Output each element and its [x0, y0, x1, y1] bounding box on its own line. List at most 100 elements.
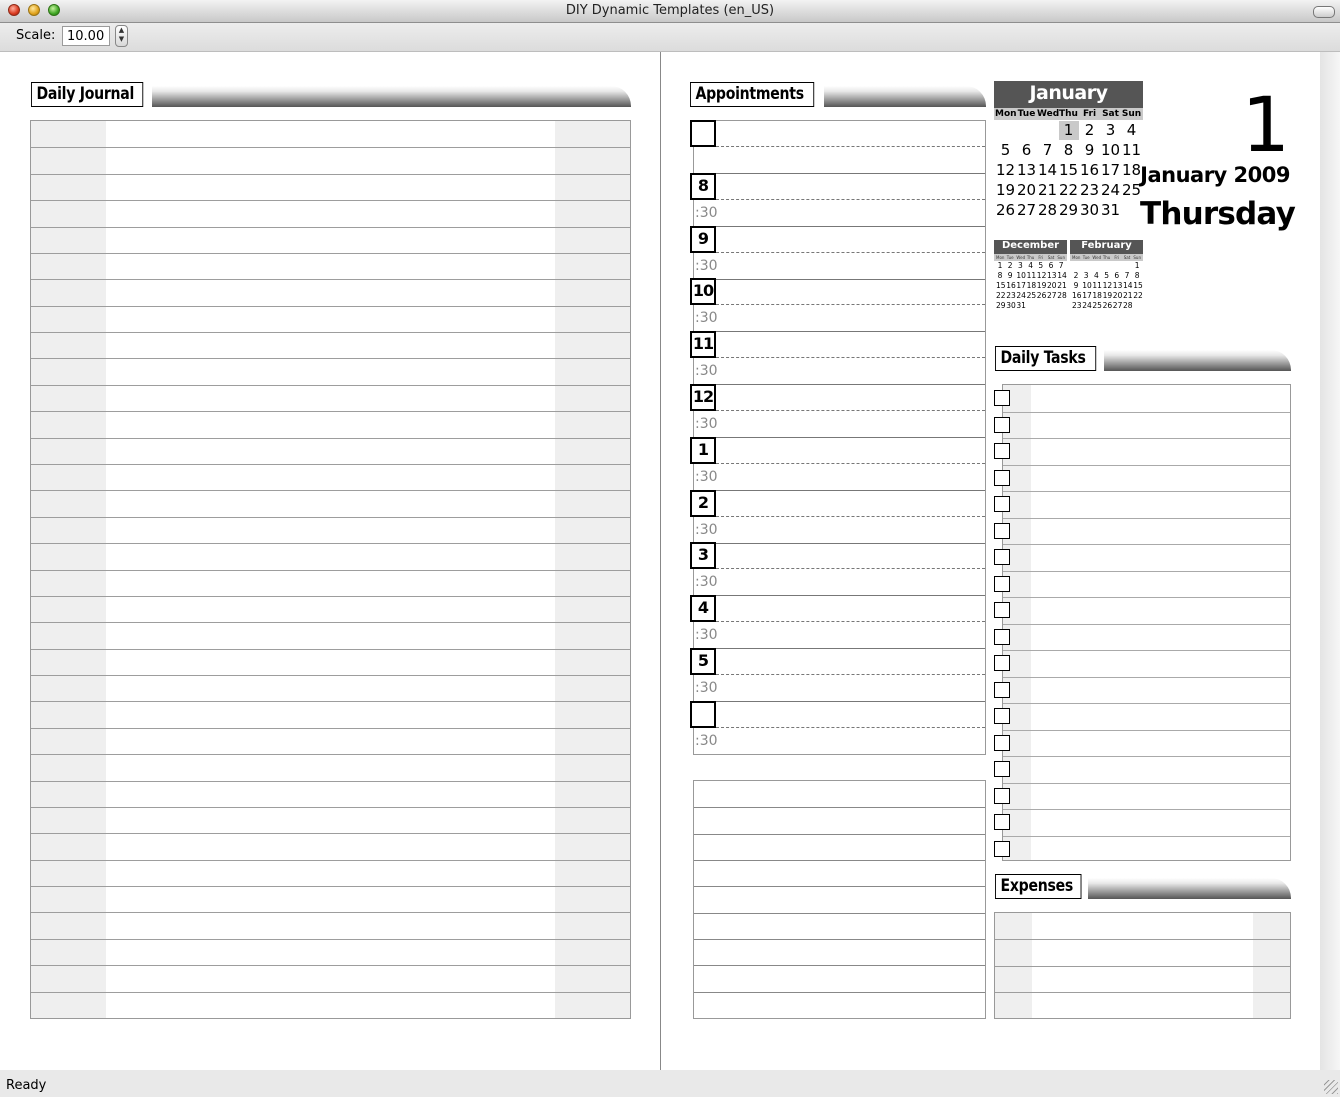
scale-input[interactable]	[62, 26, 110, 46]
calendar-day[interactable]: 13	[1016, 161, 1037, 179]
mini-calendar-day[interactable]: 18	[1092, 291, 1102, 300]
task-checkbox[interactable]	[994, 470, 1010, 486]
mini-calendar-day[interactable]: 16	[1072, 291, 1082, 300]
mini-calendar-day[interactable]: 7	[1123, 271, 1131, 280]
task-checkbox[interactable]	[994, 735, 1010, 751]
resize-grip[interactable]	[1324, 1080, 1338, 1094]
mini-calendar-day[interactable]: 12	[1037, 271, 1047, 280]
hour-box[interactable]: 1	[690, 437, 716, 464]
mini-calendar-day[interactable]: 9	[1072, 281, 1080, 290]
mini-calendar-day[interactable]: 6	[1113, 271, 1121, 280]
task-checkbox[interactable]	[994, 761, 1010, 777]
calendar-day[interactable]: 20	[1016, 181, 1037, 199]
calendar-day[interactable]: 6	[1016, 141, 1037, 159]
mini-calendar-day[interactable]: 23	[1006, 291, 1016, 300]
mini-calendar-day[interactable]: 23	[1072, 301, 1082, 310]
calendar-day[interactable]: 7	[1037, 141, 1058, 159]
hour-box[interactable]: 3	[690, 542, 716, 569]
calendar-day[interactable]: 21	[1037, 181, 1058, 199]
mini-calendar-day[interactable]: 7	[1057, 261, 1065, 270]
mini-calendar-day[interactable]: 22	[1133, 291, 1143, 300]
mini-calendar-day[interactable]: 20	[1113, 291, 1123, 300]
mini-calendar-day[interactable]: 28	[1057, 291, 1067, 300]
mini-calendar-day[interactable]: 25	[1027, 291, 1037, 300]
mini-calendar-day[interactable]: 6	[1047, 261, 1055, 270]
calendar-day[interactable]: 27	[1016, 201, 1037, 219]
calendar-day[interactable]: 23	[1079, 181, 1100, 199]
mini-calendar-day[interactable]: 11	[1027, 271, 1037, 280]
calendar-day[interactable]: 10	[1100, 141, 1121, 159]
mini-calendar-day[interactable]: 3	[1016, 261, 1024, 270]
mini-calendar-day[interactable]: 17	[1016, 281, 1026, 290]
hour-box[interactable]: 9	[690, 226, 716, 253]
calendar-day[interactable]: 14	[1037, 161, 1058, 179]
mini-calendar-day[interactable]: 15	[996, 281, 1006, 290]
calendar-day[interactable]: 4	[1121, 121, 1142, 139]
task-checkbox[interactable]	[994, 841, 1010, 857]
hour-box[interactable]: 12	[690, 384, 716, 411]
calendar-day[interactable]: 16	[1079, 161, 1100, 179]
vertical-scrollbar[interactable]	[1320, 52, 1340, 1070]
calendar-day[interactable]: 11	[1121, 141, 1142, 159]
hour-box[interactable]: 10	[690, 278, 716, 305]
mini-calendar-day[interactable]: 11	[1092, 281, 1102, 290]
mini-calendar-day[interactable]: 15	[1133, 281, 1143, 290]
mini-calendar-day[interactable]: 31	[1016, 301, 1026, 310]
mini-calendar-day[interactable]: 29	[996, 301, 1006, 310]
hour-box[interactable]: 4	[690, 595, 716, 622]
mini-calendar-day[interactable]: 24	[1082, 301, 1092, 310]
mini-calendar-day[interactable]: 22	[996, 291, 1006, 300]
mini-calendar-day[interactable]: 27	[1113, 301, 1123, 310]
mini-calendar-day[interactable]: 30	[1006, 301, 1016, 310]
calendar-day[interactable]: 9	[1079, 141, 1100, 159]
calendar-day[interactable]: 26	[995, 201, 1016, 219]
hour-box[interactable]: 2	[690, 490, 716, 517]
mini-calendar-day[interactable]: 21	[1123, 291, 1133, 300]
mini-calendar-day[interactable]: 17	[1082, 291, 1092, 300]
calendar-day[interactable]: 31	[1100, 201, 1121, 219]
mini-calendar-day[interactable]: 14	[1123, 281, 1133, 290]
task-checkbox[interactable]	[994, 390, 1010, 406]
window-title-bar[interactable]: DIY Dynamic Templates (en_US)	[0, 0, 1340, 23]
hour-box[interactable]	[690, 701, 716, 728]
mini-calendar-day[interactable]: 14	[1057, 271, 1067, 280]
mini-calendar-day[interactable]: 20	[1047, 281, 1057, 290]
calendar-day[interactable]: 3	[1100, 121, 1121, 139]
calendar-day[interactable]: 29	[1058, 201, 1079, 219]
calendar-day[interactable]: 12	[995, 161, 1016, 179]
hour-box[interactable]: 11	[690, 331, 716, 358]
calendar-day[interactable]: 18	[1121, 161, 1142, 179]
calendar-day[interactable]: 5	[995, 141, 1016, 159]
task-checkbox[interactable]	[994, 443, 1010, 459]
task-checkbox[interactable]	[994, 814, 1010, 830]
task-checkbox[interactable]	[994, 523, 1010, 539]
mini-calendar-day[interactable]: 24	[1016, 291, 1026, 300]
mini-calendar-day[interactable]: 19	[1037, 281, 1047, 290]
task-checkbox[interactable]	[994, 682, 1010, 698]
mini-calendar-day[interactable]: 2	[1072, 271, 1080, 280]
calendar-day[interactable]: 1	[1058, 121, 1079, 139]
calendar-day[interactable]: 30	[1079, 201, 1100, 219]
mini-calendar-day[interactable]: 8	[996, 271, 1004, 280]
mini-calendar-day[interactable]: 3	[1082, 271, 1090, 280]
task-checkbox[interactable]	[994, 602, 1010, 618]
mini-calendar-day[interactable]: 4	[1027, 261, 1035, 270]
mini-calendar-day[interactable]: 10	[1082, 281, 1092, 290]
mini-calendar-day[interactable]: 4	[1092, 271, 1100, 280]
calendar-day[interactable]: 15	[1058, 161, 1079, 179]
calendar-day[interactable]: 2	[1079, 121, 1100, 139]
mini-calendar-day[interactable]: 18	[1027, 281, 1037, 290]
mini-calendar-day[interactable]: 25	[1092, 301, 1102, 310]
journal-lines[interactable]	[30, 120, 631, 1019]
mini-calendar-day[interactable]: 13	[1047, 271, 1057, 280]
calendar-day[interactable]: 8	[1058, 141, 1079, 159]
task-checkbox[interactable]	[994, 496, 1010, 512]
task-checkbox[interactable]	[994, 417, 1010, 433]
calendar-day[interactable]: 19	[995, 181, 1016, 199]
mini-calendar-day[interactable]: 5	[1037, 261, 1045, 270]
mini-calendar-day[interactable]: 27	[1047, 291, 1057, 300]
mini-calendar-day[interactable]: 1	[1133, 261, 1141, 270]
hour-box[interactable]: 8	[690, 173, 716, 200]
task-checkbox[interactable]	[994, 549, 1010, 565]
expense-lines[interactable]	[994, 912, 1291, 1019]
